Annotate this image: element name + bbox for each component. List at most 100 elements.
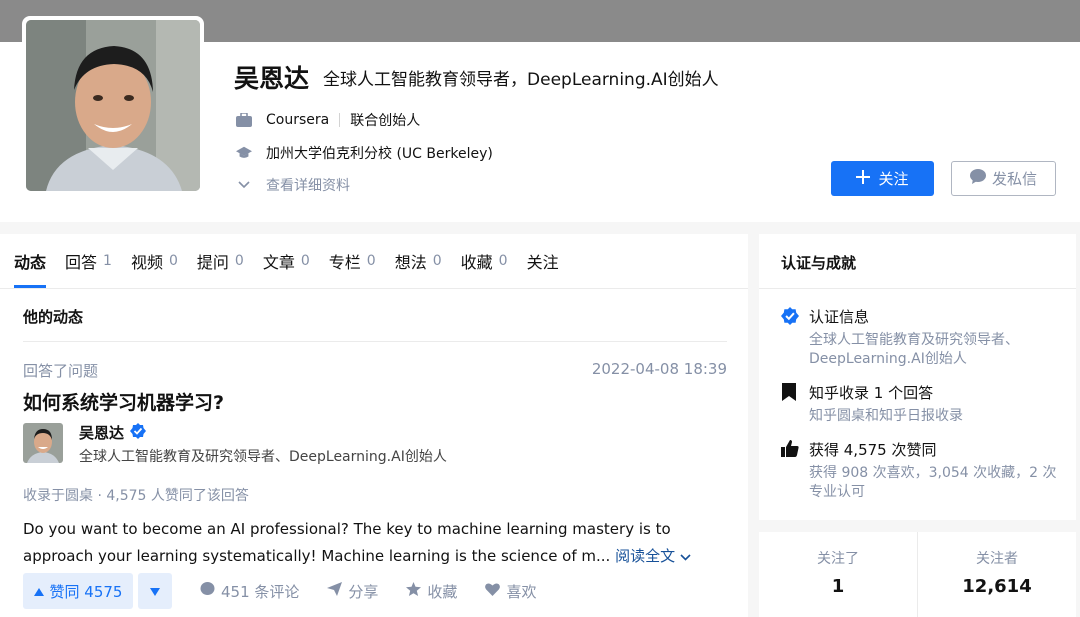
section-divider [23, 341, 727, 342]
verification-item: 认证信息 全球人工智能教育及研究领导者、DeepLearning.AI创始人 [781, 306, 1059, 369]
education-row: 加州大学伯克利分校 (UC Berkeley) [236, 143, 493, 163]
read-more-label: 阅读全文 [615, 547, 676, 565]
send-message-label: 发私信 [991, 170, 1037, 188]
thumbs-up-icon [781, 440, 799, 458]
chevron-down-icon [680, 547, 691, 565]
achievements-card: 认证与成就 认证信息 全球人工智能教育及研究领导者、DeepLearning.A… [759, 234, 1076, 520]
followers-count: 12,614 [962, 576, 1032, 597]
following-stat[interactable]: 关注了 1 [759, 532, 917, 617]
collect-meta: 收录于圆桌 · 4,575 人赞同了该回答 [23, 488, 249, 504]
author-avatar-image [23, 423, 63, 463]
collected-desc: 知乎圆桌和知乎日报收录 [809, 408, 963, 424]
tab-label: 关注 [526, 253, 559, 272]
paper-plane-icon [327, 582, 343, 600]
verified-badge-icon [781, 307, 799, 325]
excerpt-text: Do you want to become an AI professional… [23, 520, 671, 565]
profile-avatar[interactable] [22, 16, 204, 195]
tab-collections[interactable]: 收藏 0 [461, 234, 508, 288]
activity-type: 回答了问题 [23, 362, 99, 380]
heart-icon [485, 582, 501, 600]
profile-headline: 全球人工智能教育领导者，DeepLearning.AI创始人 [323, 69, 719, 90]
tab-count: 0 [432, 253, 442, 269]
favorite-button[interactable]: 收藏 [406, 581, 457, 602]
author-name-link[interactable]: 吴恩达 [79, 422, 124, 443]
answer-actions: 赞同 4575 451 条评论 分享 收藏 喜欢 [23, 573, 536, 609]
followers-label: 关注者 [976, 551, 1018, 567]
verified-badge-icon [130, 422, 147, 443]
tab-following[interactable]: 关注 [527, 234, 559, 288]
tab-count: 0 [498, 253, 508, 269]
position-name: 联合创始人 [350, 113, 421, 129]
achievements-divider [759, 288, 1076, 289]
tab-label: 文章 [262, 253, 295, 272]
upvotes-item: 获得 4,575 次赞同 获得 908 次喜欢，3,054 次收藏，2 次专业认… [781, 439, 1059, 502]
collected-title: 知乎收录 1 个回答 [809, 384, 934, 402]
name-row: 吴恩达 全球人工智能教育领导者，DeepLearning.AI创始人 [234, 62, 719, 93]
send-message-button[interactable]: 发私信 [951, 161, 1056, 196]
question-title-link[interactable]: 如何系统学习机器学习? [23, 388, 224, 415]
like-button[interactable]: 喜欢 [485, 581, 536, 602]
activity-card: 动态 回答 1 视频 0 提问 0 文章 0 专栏 0 想法 0 收藏 0 关注… [0, 234, 748, 617]
comments-button[interactable]: 451 条评论 [200, 581, 299, 602]
followers-stat[interactable]: 关注者 12,614 [918, 532, 1076, 617]
triangle-up-icon [33, 582, 44, 600]
tab-count: 0 [366, 253, 376, 269]
share-label: 分享 [348, 582, 379, 601]
tab-label: 回答 [65, 253, 98, 272]
achievements-title: 认证与成就 [781, 254, 857, 272]
following-count: 1 [831, 576, 845, 597]
tab-columns[interactable]: 专栏 0 [329, 234, 376, 288]
view-details-label: 查看详细资料 [266, 178, 350, 194]
follow-stats-card: 关注了 1 关注者 12,614 [759, 532, 1076, 617]
upvote-label: 赞同 4575 [49, 582, 123, 601]
tab-pins[interactable]: 想法 0 [395, 234, 442, 288]
upvotes-desc: 获得 908 次喜欢，3,054 次收藏，2 次专业认可 [809, 465, 1057, 500]
read-more-link[interactable]: 阅读全文 [615, 547, 691, 565]
tab-questions[interactable]: 提问 0 [197, 234, 244, 288]
company-name: Coursera [266, 112, 330, 128]
downvote-button[interactable] [138, 573, 172, 609]
tab-activity[interactable]: 动态 [14, 234, 47, 288]
tab-label: 视频 [130, 253, 163, 272]
tab-label: 专栏 [328, 253, 361, 272]
like-label: 喜欢 [506, 582, 537, 601]
tabs-divider [0, 288, 748, 289]
tab-answers[interactable]: 回答 1 [65, 234, 112, 288]
verification-desc: 全球人工智能教育及研究领导者、DeepLearning.AI创始人 [809, 332, 1019, 367]
chevron-down-icon [236, 177, 252, 193]
avatar-image [26, 20, 200, 191]
graduation-cap-icon [236, 145, 252, 161]
upvote-button[interactable]: 赞同 4575 [23, 573, 133, 609]
comments-label: 451 条评论 [221, 582, 300, 601]
view-details-link[interactable]: 查看详细资料 [236, 175, 350, 195]
author-name-row: 吴恩达 [79, 422, 147, 443]
tab-label: 提问 [196, 253, 229, 272]
activity-time: 2022-04-08 18:39 [591, 360, 727, 378]
tab-count: 0 [234, 253, 244, 269]
author-bio: 全球人工智能教育及研究领导者、DeepLearning.AI创始人 [79, 449, 447, 465]
tab-videos[interactable]: 视频 0 [131, 234, 178, 288]
tab-label: 动态 [14, 253, 47, 272]
answer-excerpt[interactable]: Do you want to become an AI professional… [23, 516, 729, 570]
briefcase-icon [236, 112, 252, 128]
tab-count: 1 [103, 253, 112, 269]
triangle-down-icon [150, 584, 160, 599]
bookmark-icon [781, 383, 799, 401]
upvotes-title: 获得 4,575 次赞同 [809, 441, 937, 459]
info-separator [339, 113, 341, 127]
favorite-label: 收藏 [427, 582, 458, 601]
profile-tabs: 动态 回答 1 视频 0 提问 0 文章 0 专栏 0 想法 0 收藏 0 关注 [14, 234, 578, 288]
tab-count: 0 [168, 253, 178, 269]
school-name: 加州大学伯克利分校 (UC Berkeley) [266, 146, 493, 162]
follow-button-label: 关注 [878, 170, 909, 188]
author-avatar[interactable] [23, 423, 63, 463]
follow-button[interactable]: 关注 [831, 161, 934, 196]
following-label: 关注了 [817, 551, 859, 567]
star-icon [406, 582, 422, 600]
plus-icon [856, 169, 871, 188]
share-button[interactable]: 分享 [327, 581, 378, 602]
tab-articles[interactable]: 文章 0 [263, 234, 310, 288]
collected-item: 知乎收录 1 个回答 知乎圆桌和知乎日报收录 [781, 382, 1059, 426]
verification-title: 认证信息 [809, 308, 870, 326]
comment-icon [200, 582, 215, 600]
